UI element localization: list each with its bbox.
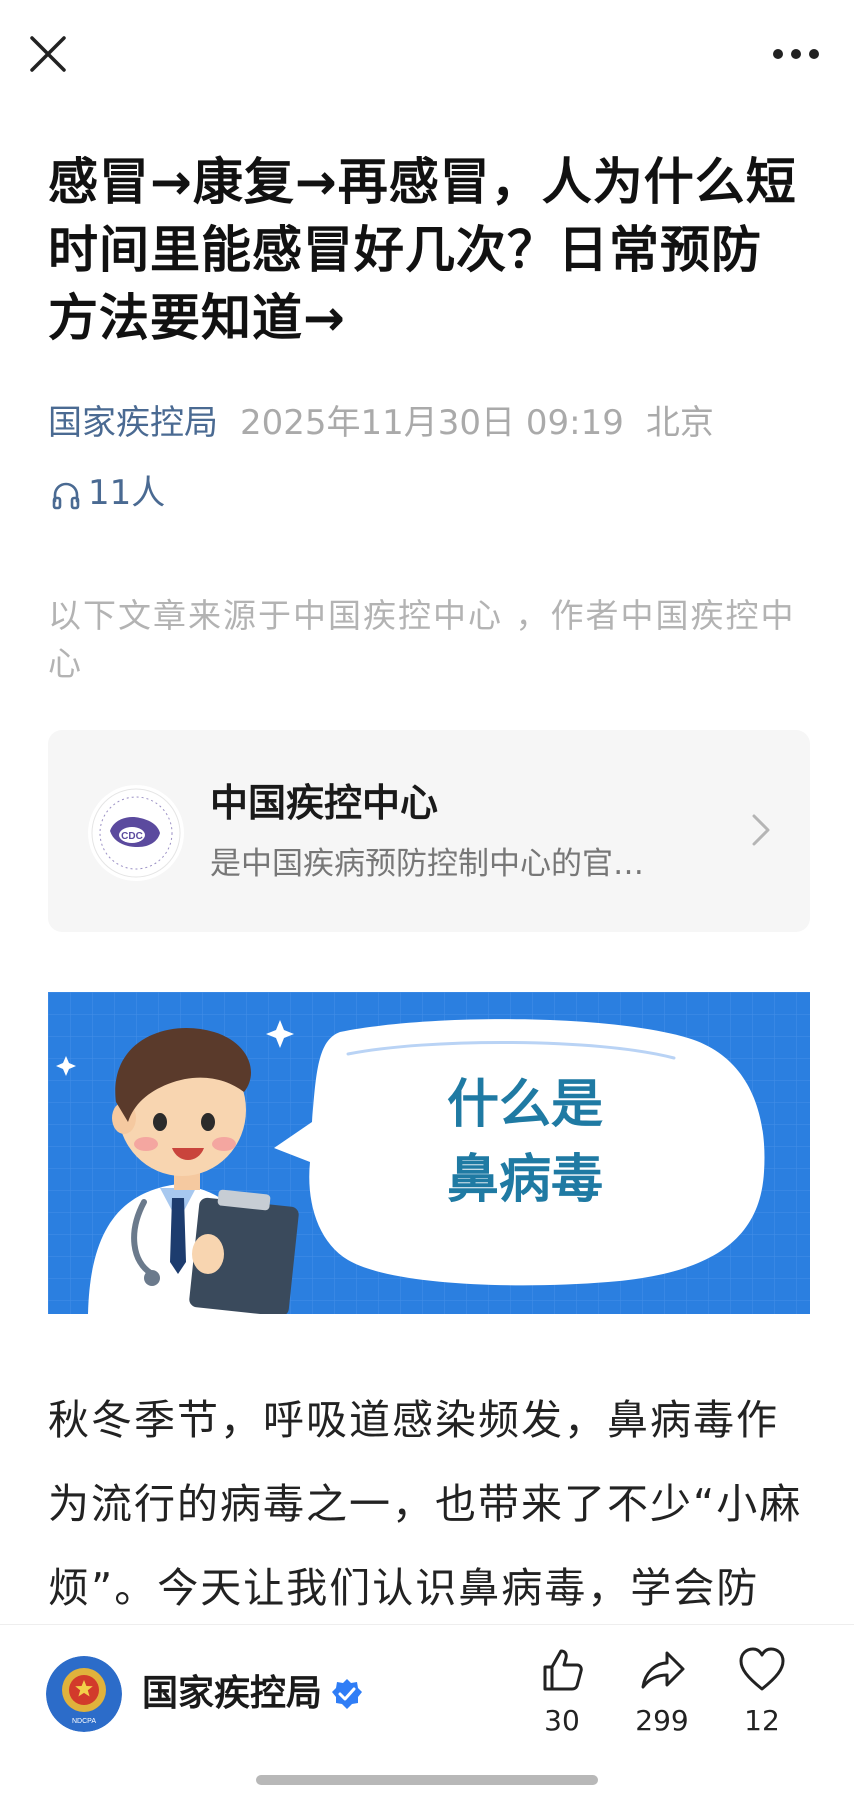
- more-button[interactable]: [766, 30, 826, 78]
- listen-count[interactable]: 11人: [50, 468, 165, 518]
- cdc-logo-text: CDC: [121, 831, 143, 842]
- bottom-bar: NDCPA 国家疾控局 30 299 12: [0, 1624, 854, 1799]
- article-title: 感冒→康复→再感冒，人为什么短时间里能感冒好几次？日常预防方法要知道→: [48, 153, 797, 347]
- publish-location: 北京: [645, 403, 714, 443]
- heart-icon: [739, 1647, 785, 1691]
- share-button[interactable]: 299: [622, 1645, 702, 1755]
- author-link[interactable]: 国家疾控局: [48, 403, 218, 443]
- favorite-count: 12: [744, 1704, 780, 1737]
- rhinovirus-banner: 什么是 鼻病毒: [48, 992, 810, 1314]
- listen-count-label: 11人: [88, 473, 166, 513]
- source-note: 以下文章来源于中国疾控中心 ，作者中国疾控中心: [48, 596, 796, 683]
- thumbs-up-icon: [543, 1649, 583, 1691]
- publish-date: 2025年11月30日 09:19: [240, 403, 624, 443]
- share-count: 299: [635, 1704, 689, 1737]
- article-meta: 国家疾控局 2025年11月30日 09:19 北京: [48, 398, 714, 448]
- cdc-logo: CDC: [88, 785, 184, 881]
- account-name-bottom[interactable]: 国家疾控局: [142, 1669, 322, 1719]
- article-body: 秋冬季节，呼吸道感染频发，鼻病毒作为流行的病毒之一，也带来了不少“小麻烦”。今天…: [48, 1396, 803, 1612]
- more-horizontal-icon: [773, 49, 819, 59]
- avatar-badge-text: NDCPA: [72, 1718, 96, 1725]
- account-avatar[interactable]: NDCPA: [46, 1656, 122, 1732]
- top-bar: [0, 0, 854, 110]
- account-description: 是中国疾病预防控制中心的官…: [210, 846, 644, 882]
- article-page: 感冒→康复→再感冒，人为什么短时间里能感冒好几次？日常预防方法要知道→ 国家疾控…: [0, 0, 854, 1799]
- verified-icon: [332, 1679, 362, 1709]
- close-icon: [30, 36, 66, 72]
- banner-title-line1: 什么是: [447, 1075, 603, 1135]
- close-button[interactable]: [24, 30, 72, 78]
- banner-title-line2: 鼻病毒: [447, 1150, 603, 1210]
- share-arrow-icon: [641, 1651, 685, 1689]
- home-indicator[interactable]: [256, 1775, 598, 1785]
- account-name: 中国疾控中心: [210, 781, 439, 825]
- favorite-button[interactable]: 12: [722, 1645, 802, 1755]
- like-button[interactable]: 30: [522, 1645, 602, 1755]
- source-account-card[interactable]: CDC 中国疾控中心 是中国疾病预防控制中心的官…: [48, 730, 810, 932]
- headphones-icon: [52, 482, 80, 509]
- like-count: 30: [544, 1704, 580, 1737]
- chevron-right-icon: [752, 814, 770, 846]
